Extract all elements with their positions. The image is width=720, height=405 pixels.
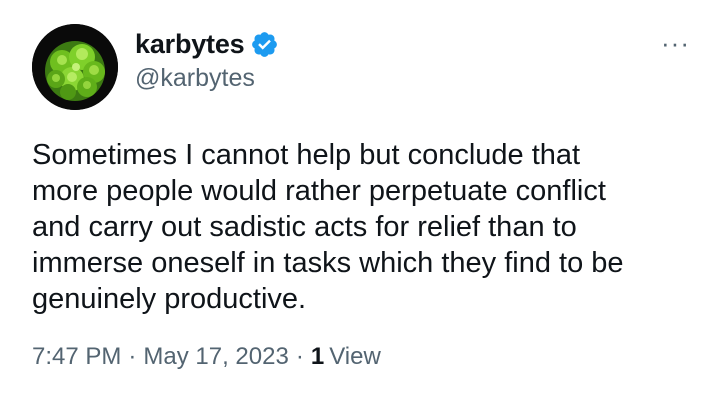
tweet-text-line: and carry out sadistic acts for relief t… — [32, 211, 577, 243]
meta-separator: · — [295, 343, 304, 370]
views-count[interactable]: 1 — [311, 343, 324, 371]
tweet-text-line: Sometimes I cannot help but conclude tha… — [32, 139, 581, 171]
tweet-text-line: genuinely productive. — [32, 283, 307, 315]
tweet-text-line: more people would rather perpetuate conf… — [32, 175, 606, 207]
more-options-icon[interactable]: ··· — [661, 30, 690, 56]
author-display-name[interactable]: karbytes — [135, 29, 245, 60]
verified-badge-icon[interactable] — [250, 30, 279, 59]
author-name-row[interactable]: karbytes — [135, 26, 279, 62]
tweet-text-line: immerse oneself in tasks which they find… — [32, 247, 624, 279]
views-label[interactable]: View — [329, 343, 381, 371]
romanesco-broccoli-avatar-icon — [32, 24, 118, 110]
tweet-date[interactable]: May 17, 2023 — [143, 343, 288, 371]
tweet-time[interactable]: 7:47 PM — [32, 343, 121, 371]
author-handle[interactable]: @karbytes — [135, 64, 255, 93]
meta-separator: · — [128, 343, 137, 370]
tweet-text: Sometimes I cannot help but conclude tha… — [32, 137, 692, 317]
tweet-meta: 7:47 PM · May 17, 2023 · 1 View — [32, 343, 381, 371]
tweet-card: karbytes @karbytes ··· Sometimes I canno… — [0, 0, 720, 405]
avatar[interactable] — [32, 24, 118, 110]
